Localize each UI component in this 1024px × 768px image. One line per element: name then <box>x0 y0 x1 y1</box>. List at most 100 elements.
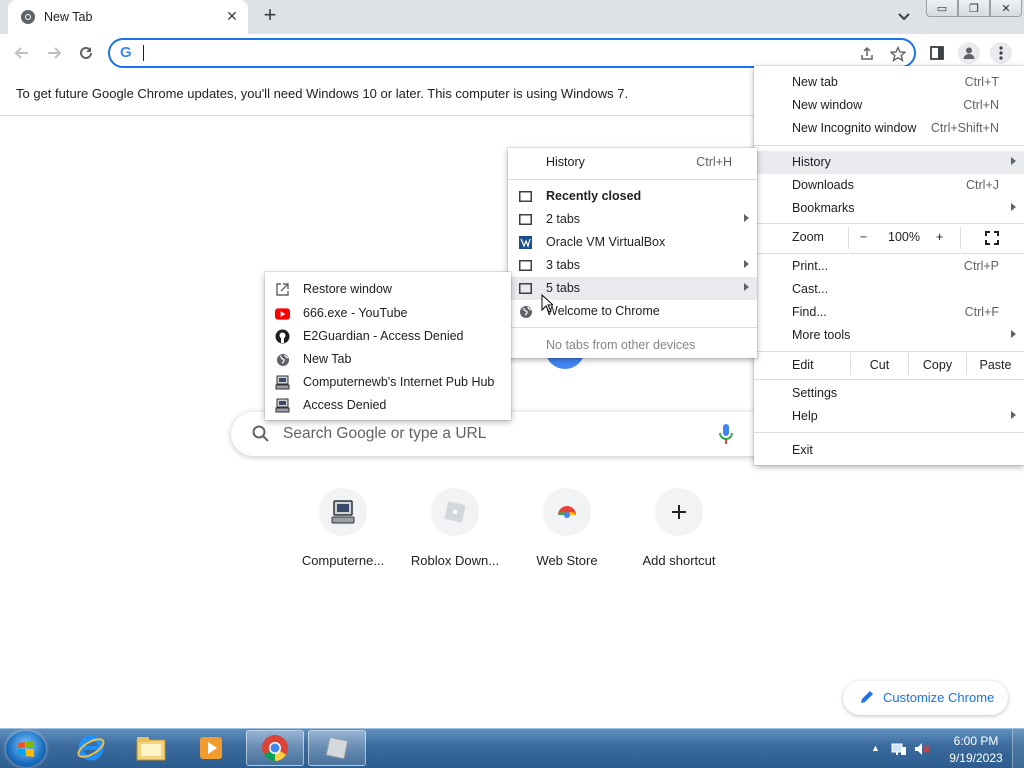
tab-close-icon[interactable]: ✕ <box>224 8 240 24</box>
profile-button[interactable] <box>958 42 980 64</box>
zoom-out-button[interactable]: − <box>848 227 878 249</box>
chrome-webstore-icon <box>543 488 591 536</box>
globe-icon <box>518 304 533 319</box>
computer-icon <box>319 488 367 536</box>
volume-muted-icon[interactable] <box>914 741 930 757</box>
menu-item-history[interactable]: History <box>754 151 1024 174</box>
closed-tab-item[interactable]: Access Denied <box>265 394 511 417</box>
youtube-icon <box>275 306 290 321</box>
new-tab-button[interactable]: + <box>259 4 281 27</box>
recently-closed-item[interactable]: 3 tabs <box>508 254 757 277</box>
microphone-icon[interactable] <box>719 423 733 445</box>
close-window-button[interactable]: ✕ <box>990 0 1022 17</box>
taskbar-virtualbox-app[interactable] <box>308 730 366 766</box>
closed-tab-item[interactable]: New Tab <box>265 348 511 371</box>
submenu-arrow-icon <box>744 283 749 291</box>
copy-button[interactable]: Copy <box>908 353 966 375</box>
taskbar-internet-explorer[interactable] <box>62 730 120 766</box>
menu-row-edit: Edit Cut Copy Paste <box>754 353 1024 375</box>
menu-item-cast[interactable]: Cast... <box>754 278 1024 301</box>
side-panel-button[interactable] <box>926 42 948 64</box>
shortcut-label: Web Store <box>536 553 598 568</box>
restore-window-item[interactable]: Restore window <box>265 278 511 301</box>
restore-button[interactable]: ❐ <box>958 0 990 17</box>
taskbar-chrome[interactable] <box>246 730 304 766</box>
menu-separator <box>754 145 1024 146</box>
recently-closed-heading: Recently closed <box>508 185 757 208</box>
mouse-cursor-icon <box>541 294 553 313</box>
internet-explorer-icon <box>77 735 105 761</box>
system-tray: ▲ 6:00 PM 9/19/2023 <box>866 729 1024 768</box>
menu-item-new-incognito[interactable]: New Incognito window Ctrl+Shift+N <box>754 117 1024 140</box>
customize-chrome-button[interactable]: Customize Chrome <box>843 681 1008 715</box>
clock-date[interactable]: 9/19/2023 <box>940 751 1012 765</box>
taskbar-file-explorer[interactable] <box>122 730 180 766</box>
tab-new-tab[interactable]: New Tab ✕ <box>8 0 248 34</box>
menu-item-downloads[interactable]: Downloads Ctrl+J <box>754 174 1024 197</box>
virtualbox-icon <box>518 235 533 250</box>
computer-icon <box>275 398 290 413</box>
computer-icon <box>275 375 290 390</box>
share-icon[interactable] <box>858 45 876 63</box>
menu-item-bookmarks[interactable]: Bookmarks <box>754 197 1024 220</box>
windows-logo-icon <box>18 741 34 757</box>
tab-strip: New Tab ✕ + ▭ ❐ ✕ <box>0 0 1024 34</box>
back-arrow-icon <box>14 47 28 59</box>
menu-item-help[interactable]: Help <box>754 405 1024 428</box>
omnibox[interactable]: G <box>108 38 916 68</box>
show-desktop-button[interactable] <box>1012 729 1024 768</box>
clock-time[interactable]: 6:00 PM <box>946 734 1006 748</box>
recently-closed-item[interactable]: 2 tabs <box>508 208 757 231</box>
submenu-arrow-icon <box>744 214 749 222</box>
closed-tab-item[interactable]: 666.exe - YouTube <box>265 302 511 325</box>
omnibox-input[interactable] <box>142 43 842 63</box>
github-icon <box>275 329 290 344</box>
submenu-arrow-icon <box>1011 203 1016 211</box>
chrome-menu-button[interactable] <box>990 42 1012 64</box>
menu-separator <box>508 179 757 180</box>
menu-item-find[interactable]: Find... Ctrl+F <box>754 301 1024 324</box>
tab-search-chevron-icon[interactable] <box>894 8 914 26</box>
menu-item-new-tab[interactable]: New tab Ctrl+T <box>754 71 1024 94</box>
tab-window-icon <box>518 212 533 227</box>
fullscreen-button[interactable] <box>960 227 1024 249</box>
menu-item-history-page[interactable]: History Ctrl+H <box>508 151 757 174</box>
menu-separator <box>754 432 1024 433</box>
forward-button[interactable] <box>43 42 65 64</box>
menu-item-new-window[interactable]: New window Ctrl+N <box>754 94 1024 117</box>
minimize-button[interactable]: ▭ <box>926 0 958 17</box>
bookmark-star-icon[interactable] <box>889 45 907 63</box>
network-icon[interactable] <box>891 741 907 757</box>
paste-button[interactable]: Paste <box>966 353 1024 375</box>
taskbar-media-player[interactable] <box>182 730 240 766</box>
tab-title: New Tab <box>44 10 93 24</box>
tray-expand-icon[interactable]: ▲ <box>871 743 880 753</box>
menu-item-settings[interactable]: Settings <box>754 382 1024 405</box>
recently-closed-item[interactable]: Oracle VM VirtualBox <box>508 231 757 254</box>
shortcut-tile[interactable]: Computerne... <box>287 488 399 578</box>
menu-item-exit[interactable]: Exit <box>754 439 1024 462</box>
zoom-in-button[interactable]: + <box>936 230 943 244</box>
shortcut-tile[interactable]: Add shortcut <box>623 488 735 578</box>
google-g-icon: G <box>120 44 132 61</box>
cut-button[interactable]: Cut <box>850 353 908 375</box>
closed-tab-item[interactable]: E2Guardian - Access Denied <box>265 325 511 348</box>
menu-item-print[interactable]: Print... Ctrl+P <box>754 255 1024 278</box>
history-submenu: History Ctrl+H Recently closed 2 tabs Or… <box>508 148 757 358</box>
shortcut-tile[interactable]: Roblox Down... <box>399 488 511 578</box>
reload-button[interactable] <box>75 42 97 64</box>
back-button[interactable] <box>11 42 33 64</box>
search-icon <box>252 425 269 442</box>
shortcut-tile[interactable]: Web Store <box>511 488 623 578</box>
chrome-main-menu: New tab Ctrl+T New window Ctrl+N New Inc… <box>754 66 1024 465</box>
search-placeholder: Search Google or type a URL <box>283 425 487 442</box>
pencil-icon <box>861 691 873 703</box>
reload-icon <box>80 46 92 59</box>
menu-item-more-tools[interactable]: More tools <box>754 324 1024 347</box>
closed-tab-item[interactable]: Computernewb's Internet Pub Hub <box>265 371 511 394</box>
customize-label: Customize Chrome <box>883 690 995 705</box>
infobar-message: To get future Google Chrome updates, you… <box>16 86 629 101</box>
start-button[interactable] <box>6 731 46 767</box>
windows-taskbar: ▲ 6:00 PM 9/19/2023 <box>0 728 1024 768</box>
open-external-icon <box>275 282 290 297</box>
